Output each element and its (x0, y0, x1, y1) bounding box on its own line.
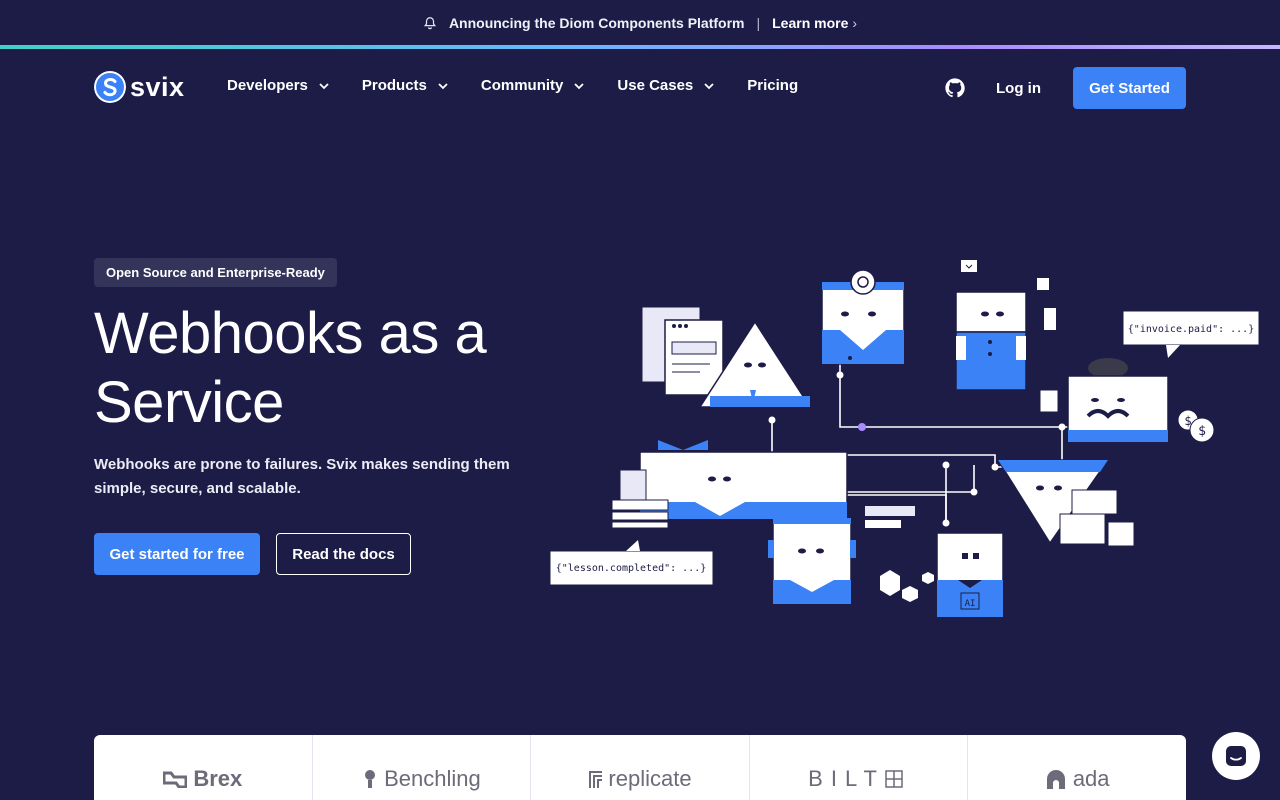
bell-icon (423, 17, 436, 30)
invoice-bubble-text: {"invoice.paid": ...} (1128, 324, 1254, 335)
hero-illustration: {"invoice.paid": ...} $ $ {"lesson.compl… (549, 260, 1260, 618)
active-node (858, 423, 866, 431)
chevron-right-icon: › (852, 15, 858, 31)
nav-item-use-cases[interactable]: Use Cases (617, 77, 715, 94)
nav-menu: Developers Products Community Use Cases … (227, 77, 830, 94)
hero-title: Webhooks as a Service (94, 299, 544, 437)
learn-more-link[interactable]: Learn more (772, 15, 848, 31)
customer-logos: Brex Benchling replicate BILT ada (94, 735, 1186, 800)
svg-text:$: $ (1198, 424, 1206, 439)
ai-chip-label: AI (965, 599, 976, 609)
character-triangle-docs (641, 306, 812, 408)
get-started-free-button[interactable]: Get started for free (94, 533, 260, 575)
bilt-logo-icon (885, 770, 903, 788)
nav-item-products[interactable]: Products (362, 77, 449, 94)
replicate-logo-icon (588, 770, 603, 788)
announcement-text: Announcing the Diom Components Platform (448, 15, 745, 31)
hero-buttons: Get started for free Read the docs (94, 533, 544, 575)
chevron-down-icon (574, 82, 585, 89)
hero-title-line-2: Service (94, 370, 284, 435)
nav-item-community[interactable]: Community (481, 77, 586, 94)
customer-logo-bilt: BILT (750, 735, 969, 800)
benchling-logo-icon (362, 769, 378, 789)
customer-logo-brex: Brex (94, 735, 313, 800)
nav-item-pricing[interactable]: Pricing (747, 77, 798, 94)
lesson-bubble-text: {"lesson.completed": ...} (556, 563, 707, 574)
hero-subtitle: Webhooks are prone to failures. Svix mak… (94, 456, 510, 497)
announcement-bar: Announcing the Diom Components Platform … (0, 0, 1280, 46)
svix-logo[interactable]: svix (94, 71, 185, 103)
character-triangle-boxes (996, 459, 1135, 547)
github-icon[interactable] (944, 77, 966, 99)
read-docs-button[interactable]: Read the docs (276, 533, 411, 575)
character-ai: AI (936, 532, 1004, 618)
nav-item-developers[interactable]: Developers (227, 77, 330, 94)
character-doctor (821, 269, 905, 365)
character-mustache: $ $ (1039, 358, 1215, 443)
nav-item-label: Products (361, 77, 427, 94)
lesson-bubble: {"lesson.completed": ...} (549, 540, 714, 586)
login-link[interactable]: Log in (996, 80, 1041, 97)
customer-name: ada (1072, 766, 1110, 791)
hero-section: Open Source and Enterprise-Ready Webhook… (94, 258, 544, 575)
character-graduate (611, 440, 848, 529)
svix-logo-icon (94, 71, 126, 103)
hero-title-line-1: Webhooks as a (94, 301, 487, 366)
main-nav: svix Developers Products Community Use C… (0, 49, 1280, 129)
customer-name: Benchling (384, 766, 481, 791)
chat-icon (1226, 746, 1246, 766)
get-started-button[interactable]: Get Started (1073, 67, 1186, 109)
invoice-bubble: {"invoice.paid": ...} (1122, 310, 1260, 358)
nav-item-label: Use Cases (617, 77, 694, 94)
customer-name: Brex (193, 766, 243, 791)
customer-name: replicate (608, 766, 692, 791)
brand-name: svix (130, 71, 185, 102)
chevron-down-icon (704, 82, 714, 89)
nav-item-label: Community (480, 77, 564, 94)
brex-logo-icon (163, 770, 188, 788)
chevron-down-icon (438, 82, 448, 89)
customer-name: BILT (808, 766, 885, 791)
customer-logo-ada: ada (968, 735, 1186, 800)
announcement-separator: | (756, 15, 761, 31)
nav-actions: Log in Get Started (944, 67, 1186, 109)
ada-logo-icon (1045, 768, 1067, 790)
customer-logo-replicate: replicate (531, 735, 750, 800)
nav-item-label: Developers (227, 77, 308, 94)
chat-widget-button[interactable] (1212, 732, 1260, 780)
hero-badge: Open Source and Enterprise-Ready (94, 258, 337, 287)
character-blue-body (955, 260, 1056, 391)
chevron-down-icon (319, 82, 329, 89)
customer-logo-benchling: Benchling (313, 735, 532, 800)
character-headset (768, 506, 934, 605)
nav-item-label: Pricing (747, 77, 799, 94)
